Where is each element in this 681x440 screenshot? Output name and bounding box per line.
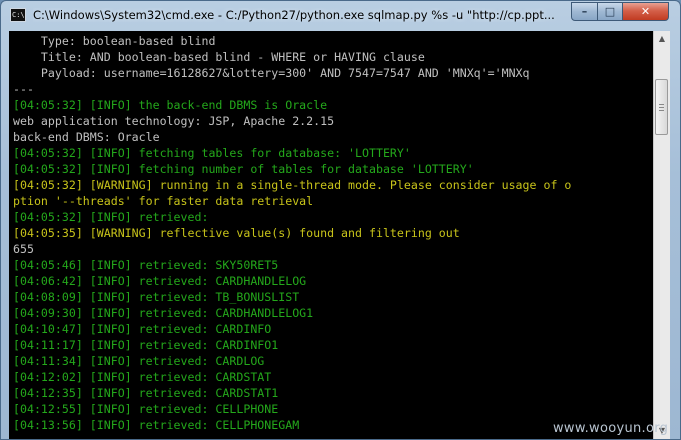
console-line: [04:08:09] [INFO] retrieved: TB_BONUSLIS… <box>13 290 300 304</box>
thumb-grip <box>659 104 664 105</box>
console-line: Payload: username=16128627&lottery=300' … <box>13 66 530 80</box>
watermark: www.wooyun.org <box>553 421 669 436</box>
console-line: [04:11:34] [INFO] retrieved: CARDLOG <box>13 354 265 368</box>
console-line: --- <box>13 82 34 96</box>
console-line: [04:12:35] [INFO] retrieved: CARDSTAT1 <box>13 386 279 400</box>
console-line: ption '--threads' for faster data retrie… <box>13 194 314 208</box>
scrollbar-thumb[interactable] <box>655 79 668 135</box>
console-line: 655 <box>13 242 34 256</box>
console-line: [04:05:32] [INFO] the back-end DBMS is O… <box>13 98 328 112</box>
cmd-icon[interactable]: C:\ <box>10 8 26 22</box>
console-line: Type: boolean-based blind <box>13 34 216 48</box>
window-title: C:\Windows\System32\cmd.exe - C:/Python2… <box>33 8 555 22</box>
cmd-window: C:\ C:\Windows\System32\cmd.exe - C:/Pyt… <box>0 0 681 440</box>
console-line: [04:05:46] [INFO] retrieved: SKY50RET5 <box>13 258 279 272</box>
thumb-grip <box>659 107 664 108</box>
console-line: [04:10:47] [INFO] retrieved: CARDINFO <box>13 322 272 336</box>
scroll-up-arrow-icon[interactable]: ▲ <box>654 31 670 47</box>
console-line: back-end DBMS: Oracle <box>13 130 160 144</box>
console-line: [04:11:17] [INFO] retrieved: CARDINFO1 <box>13 338 279 352</box>
console-line: [04:05:35] [WARNING] reflective value(s)… <box>13 226 460 240</box>
maximize-button[interactable]: □ <box>597 2 623 21</box>
console-line: web application technology: JSP, Apache … <box>13 114 335 128</box>
console-line: [04:05:32] [INFO] fetching tables for da… <box>13 146 411 160</box>
minimize-button[interactable]: – <box>571 2 598 21</box>
console-line: [04:12:55] [INFO] retrieved: CELLPHONE <box>13 402 279 416</box>
console-line: [04:06:42] [INFO] retrieved: CARDHANDLEL… <box>13 274 307 288</box>
vertical-scrollbar[interactable]: ▲ ▼ <box>653 31 670 439</box>
thumb-grip <box>659 110 664 111</box>
console-output[interactable]: Type: boolean-based blind Title: AND boo… <box>9 31 653 439</box>
console-line: [04:05:32] [WARNING] running in a single… <box>13 178 572 192</box>
close-button[interactable]: ✕ <box>622 2 669 21</box>
console-line: [04:05:32] [INFO] retrieved: <box>13 210 209 224</box>
console-line: [04:05:32] [INFO] fetching number of tab… <box>13 162 474 176</box>
console-line: [04:13:56] [INFO] retrieved: CELLPHONEGA… <box>13 418 300 432</box>
title-bar[interactable]: C:\ C:\Windows\System32\cmd.exe - C:/Pyt… <box>1 1 680 31</box>
console-line: [04:09:30] [INFO] retrieved: CARDHANDLEL… <box>13 306 314 320</box>
console-line: Title: AND boolean-based blind - WHERE o… <box>13 50 425 64</box>
console-line: [04:12:02] [INFO] retrieved: CARDSTAT <box>13 370 272 384</box>
